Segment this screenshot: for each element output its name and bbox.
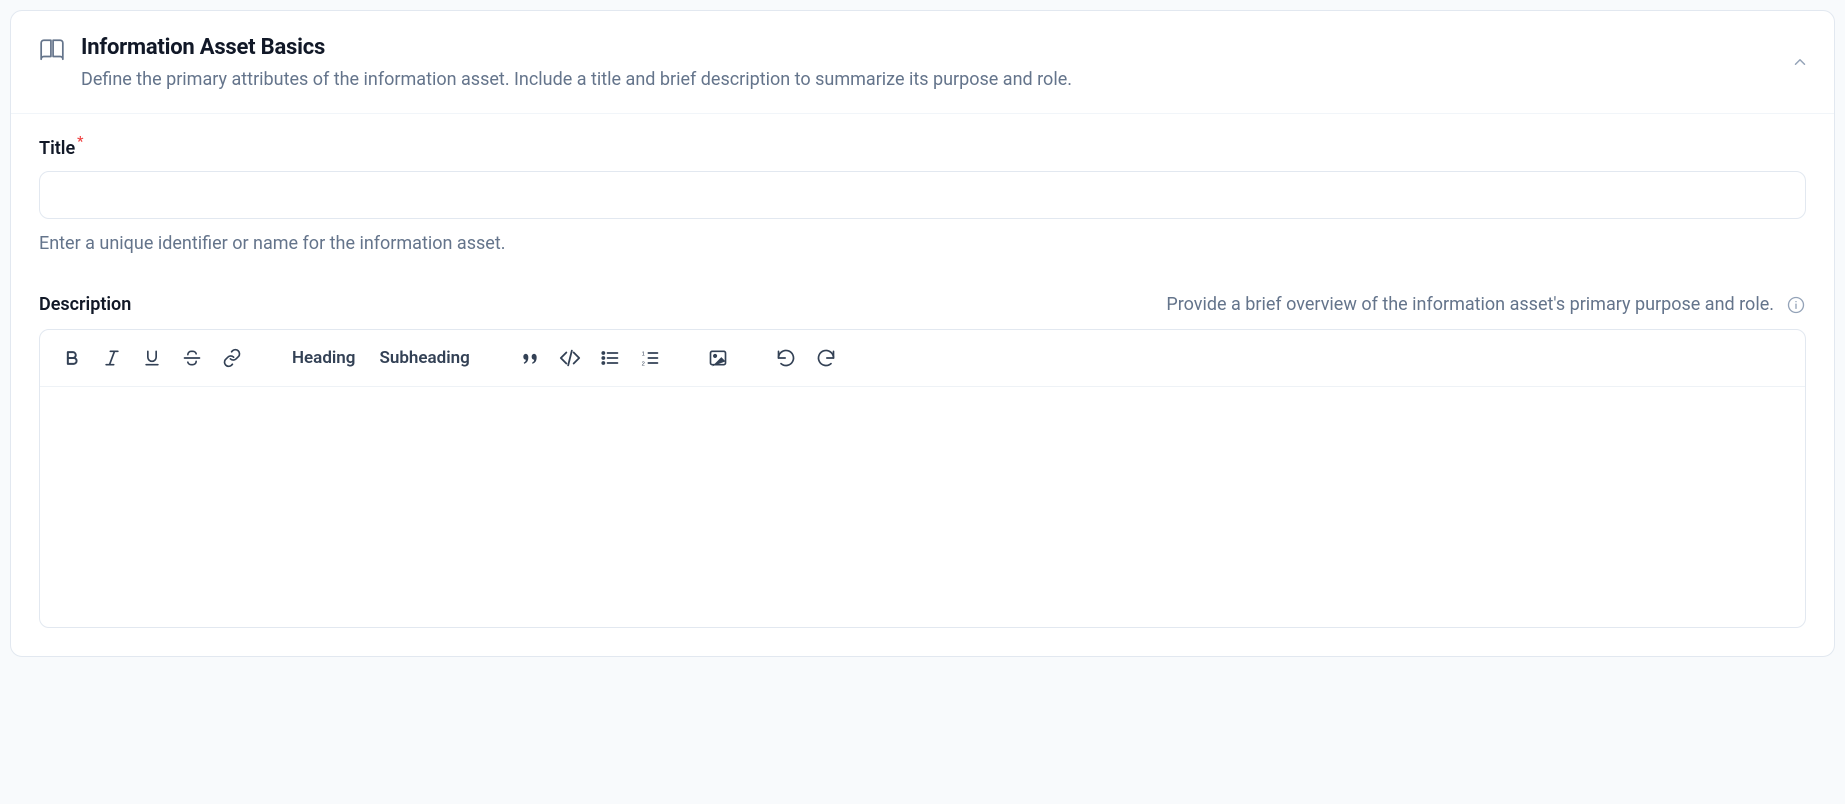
description-textarea[interactable] bbox=[40, 387, 1805, 627]
strikethrough-button[interactable] bbox=[174, 340, 210, 376]
title-label: Title * bbox=[39, 138, 83, 159]
title-input[interactable] bbox=[39, 171, 1806, 219]
description-label: Description bbox=[39, 294, 131, 315]
undo-button[interactable] bbox=[768, 340, 804, 376]
title-label-text: Title bbox=[39, 138, 75, 159]
description-editor: Heading Subheading bbox=[39, 329, 1806, 628]
code-icon bbox=[559, 347, 581, 369]
code-button[interactable] bbox=[552, 340, 588, 376]
svg-text:2: 2 bbox=[641, 362, 644, 368]
strikethrough-icon bbox=[182, 348, 202, 368]
section-title: Information Asset Basics bbox=[81, 35, 1806, 60]
editor-toolbar: Heading Subheading bbox=[40, 330, 1805, 387]
image-button[interactable] bbox=[700, 340, 736, 376]
italic-icon bbox=[102, 348, 122, 368]
bold-icon bbox=[62, 348, 82, 368]
link-icon bbox=[222, 348, 242, 368]
blockquote-icon bbox=[520, 348, 540, 368]
undo-icon bbox=[776, 348, 796, 368]
underline-button[interactable] bbox=[134, 340, 170, 376]
collapse-button[interactable] bbox=[1786, 48, 1814, 76]
underline-icon bbox=[142, 348, 162, 368]
required-marker: * bbox=[77, 134, 83, 150]
italic-button[interactable] bbox=[94, 340, 130, 376]
chevron-up-icon bbox=[1791, 53, 1809, 71]
book-icon bbox=[39, 35, 71, 63]
title-field-group: Title * Enter a unique identifier or nam… bbox=[39, 138, 1806, 254]
redo-icon bbox=[816, 348, 836, 368]
redo-button[interactable] bbox=[808, 340, 844, 376]
description-hint: Provide a brief overview of the informat… bbox=[1166, 294, 1774, 315]
section-header: Information Asset Basics Define the prim… bbox=[11, 11, 1834, 114]
title-helper-text: Enter a unique identifier or name for th… bbox=[39, 233, 1806, 254]
description-label-text: Description bbox=[39, 294, 131, 315]
section-body: Title * Enter a unique identifier or nam… bbox=[11, 114, 1834, 656]
heading-button[interactable]: Heading bbox=[282, 340, 365, 376]
svg-text:1: 1 bbox=[641, 352, 644, 358]
bullet-list-icon bbox=[600, 348, 620, 368]
description-label-row: Description Provide a brief overview of … bbox=[39, 294, 1806, 315]
numbered-list-button[interactable]: 1 2 bbox=[632, 340, 668, 376]
bullet-list-button[interactable] bbox=[592, 340, 628, 376]
info-icon[interactable] bbox=[1786, 295, 1806, 315]
blockquote-button[interactable] bbox=[512, 340, 548, 376]
bold-button[interactable] bbox=[54, 340, 90, 376]
link-button[interactable] bbox=[214, 340, 250, 376]
numbered-list-icon: 1 2 bbox=[640, 348, 660, 368]
section-subtitle: Define the primary attributes of the inf… bbox=[81, 66, 1806, 93]
subheading-button[interactable]: Subheading bbox=[369, 340, 479, 376]
image-icon bbox=[708, 348, 728, 368]
section-card: Information Asset Basics Define the prim… bbox=[10, 10, 1835, 657]
